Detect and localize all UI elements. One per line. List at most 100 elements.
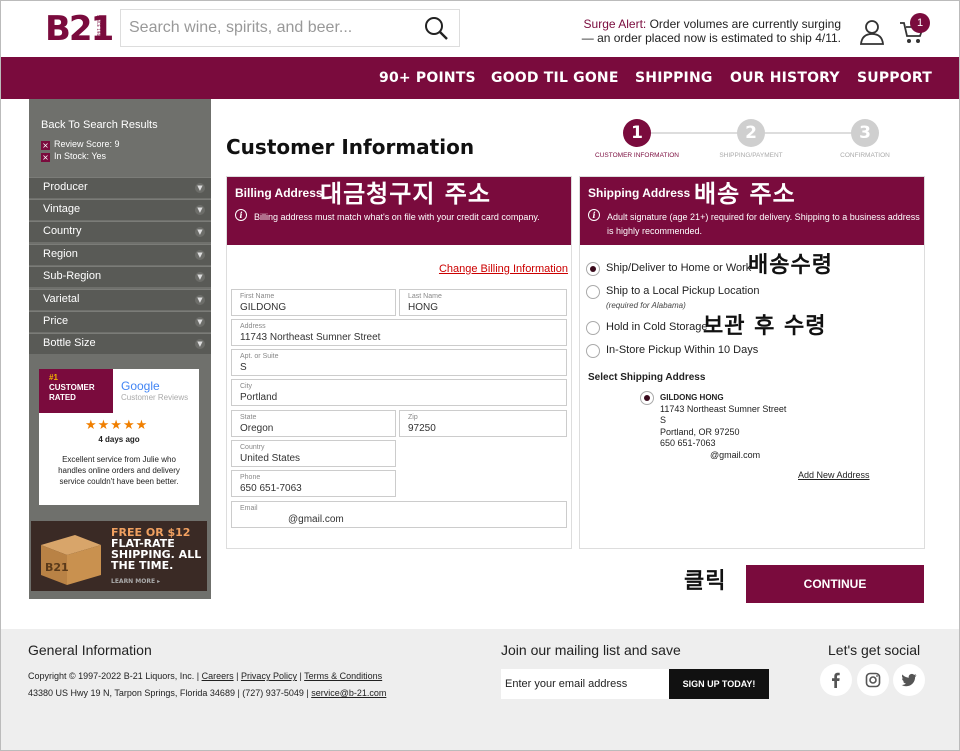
- address-email: @gmail.com: [710, 449, 761, 460]
- nav-our-history[interactable]: OUR HISTORY: [730, 57, 840, 99]
- facet-vintage[interactable]: Vintage ▼: [29, 199, 211, 220]
- address-city: Portland, OR 97250: [660, 426, 740, 437]
- saved-address[interactable]: GILDONG HONG 11743 Northeast Sumner Stre…: [660, 392, 786, 461]
- promo-learn-more[interactable]: LEARN MORE ▸: [111, 578, 160, 585]
- chevron-down-icon: ▼: [195, 339, 205, 349]
- continue-button[interactable]: CONTINUE: [746, 565, 924, 603]
- company-phone: (727) 937-5049: [242, 688, 304, 698]
- remove-filter-icon[interactable]: ×: [41, 141, 50, 150]
- careers-link[interactable]: Careers: [202, 671, 234, 681]
- chevron-down-icon: ▼: [195, 183, 205, 193]
- option-label: Hold in Cold Storage: [606, 321, 708, 333]
- option-sublabel: (required for Alabama): [606, 301, 686, 310]
- step-number: 3: [851, 119, 879, 147]
- shipping-header: Shipping Address 배송 주소 i Adult signature…: [580, 177, 924, 245]
- field-value: Portland: [240, 392, 278, 403]
- zip-field[interactable]: Zip 97250: [399, 410, 567, 437]
- logo-text: B21: [45, 9, 114, 49]
- search-input[interactable]: [121, 10, 421, 46]
- radio-selected[interactable]: [586, 262, 600, 276]
- facet-producer[interactable]: Producer ▼: [29, 177, 211, 198]
- state-field[interactable]: State Oregon: [231, 410, 396, 437]
- radio-unselected[interactable]: [586, 285, 600, 299]
- option-label: Ship to a Local Pickup Location: [606, 285, 760, 297]
- step-label: SHIPPING/PAYMENT: [719, 152, 783, 159]
- footer: General Information Copyright © 1997-202…: [1, 629, 959, 750]
- customer-rated-badge: #1 CUSTOMER RATED: [39, 369, 113, 413]
- step-number: 2: [737, 119, 765, 147]
- cart-count-badge[interactable]: 1: [910, 13, 930, 33]
- add-new-address-link[interactable]: Add New Address: [798, 470, 870, 480]
- field-label: Email: [240, 505, 258, 512]
- radio-unselected[interactable]: [586, 321, 600, 335]
- facet-sub-region[interactable]: Sub-Region ▼: [29, 266, 211, 287]
- first-name-field[interactable]: First Name GILDONG: [231, 289, 396, 316]
- facet-price[interactable]: Price ▼: [29, 311, 211, 332]
- email-field[interactable]: Email @gmail.com: [231, 501, 567, 528]
- star-rating: ★★★★★: [85, 418, 149, 433]
- instagram-icon[interactable]: [857, 664, 889, 696]
- facet-label: Sub-Region: [43, 270, 102, 282]
- remove-filter-icon[interactable]: ×: [41, 153, 50, 162]
- facebook-icon[interactable]: [820, 664, 852, 696]
- b21-logo[interactable]: B21 SINCE 1948: [45, 9, 114, 49]
- address-street: 11743 Northeast Sumner Street: [660, 403, 787, 414]
- sign-up-button[interactable]: SIGN UP TODAY!: [669, 669, 769, 699]
- country-field[interactable]: Country United States: [231, 440, 396, 467]
- facet-region[interactable]: Region ▼: [29, 244, 211, 265]
- field-value: 11743 Northeast Sumner Street: [240, 332, 381, 343]
- step-label: CUSTOMER INFORMATION: [595, 152, 679, 159]
- address-field[interactable]: Address 11743 Northeast Sumner Street: [231, 319, 567, 346]
- twitter-icon[interactable]: [893, 664, 925, 696]
- step-customer-information: 1 CUSTOMER INFORMATION: [582, 119, 692, 159]
- option-label: Ship/Deliver to Home or Work: [606, 262, 752, 274]
- google-review-card[interactable]: #1 CUSTOMER RATED Google Customer Review…: [39, 369, 199, 505]
- privacy-link[interactable]: Privacy Policy: [241, 671, 297, 681]
- shipping-note: Adult signature (age 21+) required for d…: [607, 210, 920, 238]
- city-field[interactable]: City Portland: [231, 379, 567, 406]
- sidebar: Back To Search Results × Review Score: 9 …: [29, 99, 211, 599]
- field-label: Country: [240, 444, 265, 451]
- last-name-field[interactable]: Last Name HONG: [399, 289, 567, 316]
- apt-suite-field[interactable]: Apt. or Suite S: [231, 349, 567, 376]
- user-icon[interactable]: [859, 19, 885, 45]
- promo-subline: FLAT-RATE SHIPPING. ALL THE TIME.: [111, 537, 202, 572]
- address-radio-selected[interactable]: [640, 391, 654, 405]
- facet-country[interactable]: Country ▼: [29, 221, 211, 242]
- terms-link[interactable]: Terms & Conditions: [304, 671, 382, 681]
- facet-bottle-size[interactable]: Bottle Size ▼: [29, 333, 211, 354]
- step-number: 1: [623, 119, 651, 147]
- checkout-page: B21 SINCE 1948 Surge Alert: Order volume…: [0, 0, 960, 751]
- svg-text:B21: B21: [45, 561, 69, 574]
- search-icon[interactable]: [423, 15, 449, 41]
- search-box: [120, 9, 460, 47]
- shipping-promo-banner[interactable]: B21 FREE OR $12 FLAT-RATE SHIPPING. ALL …: [31, 521, 207, 591]
- filter-chip-stock[interactable]: × In Stock: Yes: [41, 151, 106, 162]
- billing-title: Billing Address: [235, 186, 323, 200]
- field-label: State: [240, 414, 257, 421]
- nav-support[interactable]: SUPPORT: [857, 57, 932, 99]
- field-value: GILDONG: [240, 302, 287, 313]
- change-billing-link[interactable]: Change Billing Information: [439, 263, 568, 275]
- nav-90-points[interactable]: 90+ POINTS: [379, 57, 476, 99]
- nav-shipping[interactable]: SHIPPING: [635, 57, 713, 99]
- nav-good-til-gone[interactable]: GOOD TIL GONE: [491, 57, 619, 99]
- page-title: Customer Information: [226, 135, 475, 159]
- shipping-panel: Shipping Address 배송 주소 i Adult signature…: [579, 176, 925, 549]
- facet-label: Vintage: [43, 203, 81, 215]
- google-reviews-label: Customer Reviews: [121, 393, 189, 402]
- radio-unselected[interactable]: [586, 344, 600, 358]
- newsletter-email-input[interactable]: [501, 669, 669, 699]
- facet-varietal[interactable]: Varietal ▼: [29, 289, 211, 310]
- field-value: Oregon: [240, 423, 274, 434]
- filter-chip-review[interactable]: × Review Score: 9: [41, 139, 120, 150]
- field-label: Zip: [408, 414, 418, 421]
- surge-alert: Surge Alert: Order volumes are currently…: [561, 17, 841, 45]
- service-email-link[interactable]: service@b-21.com: [311, 688, 386, 698]
- chevron-down-icon: ▼: [195, 272, 205, 282]
- shipping-note-line1: Adult signature (age 21+) required for d…: [607, 212, 920, 222]
- phone-field[interactable]: Phone 650 651-7063: [231, 470, 396, 497]
- copyright-line: Copyright © 1997-2022 B-21 Liquors, Inc.…: [28, 671, 383, 681]
- home-delivery-annotation: 배송수령: [748, 253, 833, 278]
- back-to-search-link[interactable]: Back To Search Results: [41, 119, 158, 131]
